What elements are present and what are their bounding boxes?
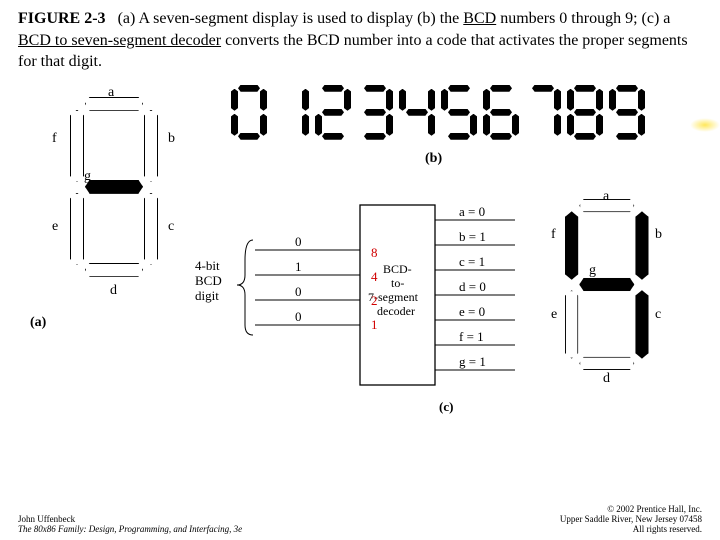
digit-0 bbox=[231, 85, 267, 141]
res-lbl-e: e bbox=[551, 307, 557, 323]
panel-c-tag: (c) bbox=[439, 399, 453, 414]
segment-f bbox=[70, 110, 82, 180]
footer-left: John Uffenbeck The 80x86 Family: Design,… bbox=[18, 514, 242, 534]
svg-text:g = 1: g = 1 bbox=[459, 354, 486, 369]
caption-u2: BCD to seven-segment decoder bbox=[18, 32, 221, 49]
seg-label-a: a bbox=[108, 85, 114, 101]
in-label-3: digit bbox=[195, 288, 219, 303]
weight-4: 4 bbox=[371, 269, 378, 285]
caption-t2: numbers 0 through 9; (c) a bbox=[496, 10, 670, 27]
panel-c: 8 4 2 1 4-bit BCD digit 0100 BCD- to- 7-… bbox=[195, 185, 695, 435]
caption-u1: BCD bbox=[463, 10, 496, 27]
dec-t4: decoder bbox=[377, 304, 415, 318]
footer-author: John Uffenbeck bbox=[18, 514, 242, 524]
result-seg-e bbox=[565, 290, 576, 357]
svg-text:d = 0: d = 0 bbox=[459, 279, 486, 294]
svg-text:a = 0: a = 0 bbox=[459, 204, 485, 219]
footer: John Uffenbeck The 80x86 Family: Design,… bbox=[18, 504, 702, 534]
result-display bbox=[565, 199, 647, 370]
digit-1 bbox=[273, 85, 309, 141]
panel-a-tag: (a) bbox=[30, 315, 46, 331]
svg-text:0: 0 bbox=[295, 309, 302, 324]
seg-label-e: e bbox=[52, 219, 58, 235]
weight-1: 1 bbox=[371, 317, 378, 333]
seg-label-f: f bbox=[52, 131, 57, 147]
digit-7 bbox=[525, 85, 561, 141]
segment-d bbox=[85, 263, 141, 275]
result-seg-d bbox=[579, 356, 632, 367]
svg-text:0: 0 bbox=[295, 284, 302, 299]
digit-5 bbox=[441, 85, 477, 141]
seven-segment-outline bbox=[70, 97, 156, 277]
digit-6 bbox=[483, 85, 519, 141]
res-lbl-c: c bbox=[655, 307, 661, 323]
footer-pub1: © 2002 Prentice Hall, Inc. bbox=[560, 504, 702, 514]
res-lbl-b: b bbox=[655, 227, 662, 243]
svg-text:0: 0 bbox=[295, 234, 302, 249]
segment-e bbox=[70, 193, 82, 263]
res-lbl-g: g bbox=[589, 263, 596, 279]
dec-t2: to- bbox=[391, 276, 404, 290]
panel-b: (b) bbox=[225, 85, 685, 185]
in-label-1: 4-bit bbox=[195, 258, 220, 273]
segment-g bbox=[85, 180, 141, 192]
panel-b-tag: (b) bbox=[425, 151, 442, 167]
digit-8 bbox=[567, 85, 603, 141]
weight-8: 8 bbox=[371, 245, 378, 261]
caption-t1: (a) A seven-segment display is used to d… bbox=[118, 10, 464, 27]
footer-right: © 2002 Prentice Hall, Inc. Upper Saddle … bbox=[560, 504, 702, 534]
res-lbl-f: f bbox=[551, 227, 556, 243]
svg-text:e = 0: e = 0 bbox=[459, 304, 485, 319]
seg-label-b: b bbox=[168, 131, 175, 147]
segment-c bbox=[144, 193, 156, 263]
svg-text:c = 1: c = 1 bbox=[459, 254, 485, 269]
digit-9 bbox=[609, 85, 645, 141]
seg-label-d: d bbox=[110, 283, 117, 299]
result-seg-b bbox=[635, 211, 646, 278]
figure-stage: a b c d e f g (a) (b) 8 4 2 1 4-bit BCD … bbox=[0, 75, 720, 455]
result-seg-c bbox=[635, 290, 646, 357]
footer-pub2: Upper Saddle River, New Jersey 07458 bbox=[560, 514, 702, 524]
result-seg-g bbox=[579, 278, 632, 289]
figure-number: FIGURE 2-3 bbox=[18, 10, 106, 27]
panel-a: a b c d e f g (a) bbox=[30, 87, 200, 357]
seg-label-c: c bbox=[168, 219, 174, 235]
footer-book: The 80x86 Family: Design, Programming, a… bbox=[18, 524, 242, 534]
in-label-2: BCD bbox=[195, 273, 222, 288]
figure-caption: FIGURE 2-3 (a) A seven-segment display i… bbox=[0, 0, 720, 75]
segment-b bbox=[144, 110, 156, 180]
svg-text:1: 1 bbox=[295, 259, 302, 274]
seg-label-g: g bbox=[84, 169, 91, 185]
res-lbl-a: a bbox=[603, 189, 609, 205]
result-seg-f bbox=[565, 211, 576, 278]
digit-2 bbox=[315, 85, 351, 141]
footer-pub3: All rights reserved. bbox=[560, 524, 702, 534]
svg-text:b = 1: b = 1 bbox=[459, 229, 486, 244]
weight-2: 2 bbox=[371, 293, 378, 309]
digit-3 bbox=[357, 85, 393, 141]
digit-4 bbox=[399, 85, 435, 141]
svg-text:f = 1: f = 1 bbox=[459, 329, 484, 344]
dec-t1: BCD- bbox=[383, 262, 412, 276]
digit-row bbox=[231, 85, 685, 141]
res-lbl-d: d bbox=[603, 371, 610, 387]
